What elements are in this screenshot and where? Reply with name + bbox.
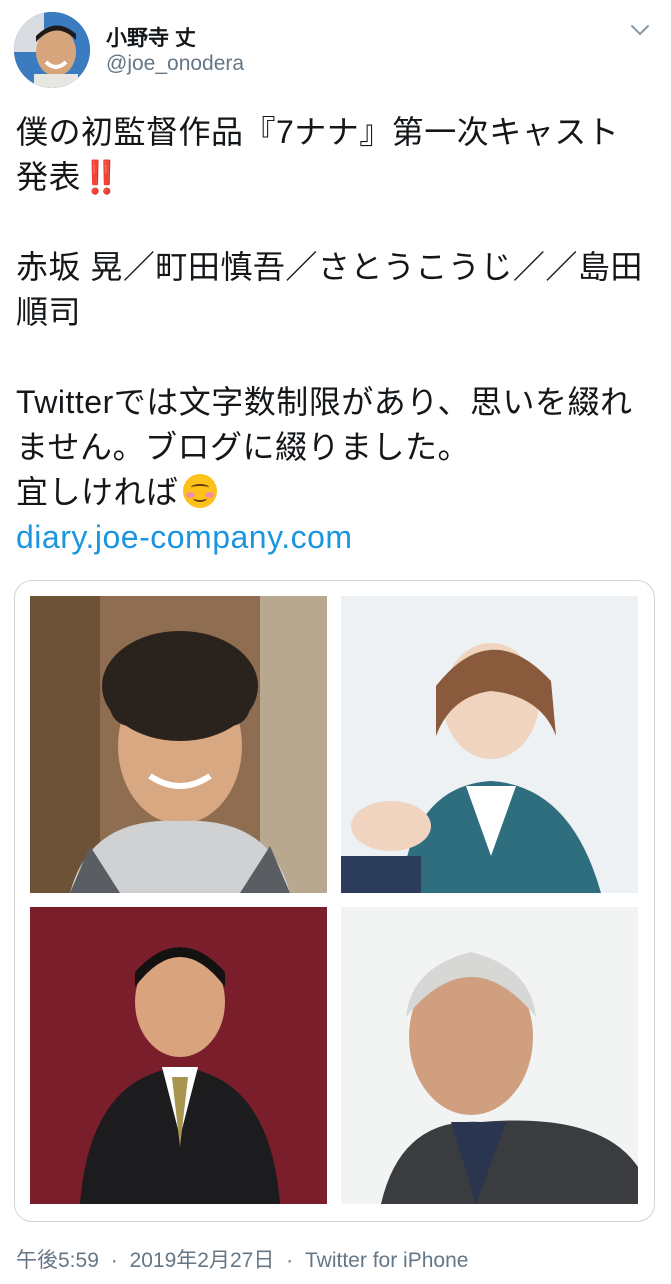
tweet-line: 宜しければ xyxy=(16,470,656,515)
meta-separator: · xyxy=(286,1249,294,1272)
tweet-line-text: 宜しければ xyxy=(16,474,179,510)
tweet-source[interactable]: Twitter for iPhone xyxy=(305,1249,468,1272)
photo-grid xyxy=(14,580,655,1222)
meta-separator: · xyxy=(110,1249,118,1272)
tweet-date[interactable]: 2019年2月27日 xyxy=(130,1249,275,1272)
tweet-line: 順司 xyxy=(16,294,82,330)
display-name[interactable]: 小野寺 丈 xyxy=(106,22,196,52)
chevron-down-icon[interactable] xyxy=(628,18,652,42)
tweet-meta: 午後5:59 · 2019年2月27日 · Twitter for iPhone xyxy=(16,1244,468,1274)
tweet-line: Twitterでは文字数制限があり、思いを綴れ xyxy=(16,384,633,420)
cast-photo-2[interactable] xyxy=(341,596,638,893)
cast-photo-3[interactable] xyxy=(30,907,327,1204)
tweet-line: 僕の初監督作品『7ナナ』第一次キャスト xyxy=(16,114,620,150)
tweet-line: 赤坂 晃／町田慎吾／さとうこうじ／／島田 xyxy=(16,249,643,285)
smiling-blush-emoji xyxy=(182,474,217,508)
tweet-header: 小野寺 丈 @joe_onodera xyxy=(0,0,671,100)
tweet-time[interactable]: 午後5:59 xyxy=(16,1249,99,1272)
double-exclamation-emoji: ‼️ xyxy=(81,159,121,195)
tweet-line: ません。ブログに綴りました。 xyxy=(16,429,471,465)
tweet-line-text: 発表 xyxy=(16,159,82,195)
blog-link[interactable]: diary.joe-company.com xyxy=(16,515,656,560)
user-handle[interactable]: @joe_onodera xyxy=(106,52,244,76)
tweet-line: 発表‼️ xyxy=(16,155,656,200)
cast-photo-4[interactable] xyxy=(341,907,638,1204)
cast-photo-1[interactable] xyxy=(30,596,327,893)
tweet-text: 僕の初監督作品『7ナナ』第一次キャスト 発表‼️ 赤坂 晃／町田慎吾／さとうこう… xyxy=(16,110,656,560)
avatar[interactable] xyxy=(14,12,90,88)
